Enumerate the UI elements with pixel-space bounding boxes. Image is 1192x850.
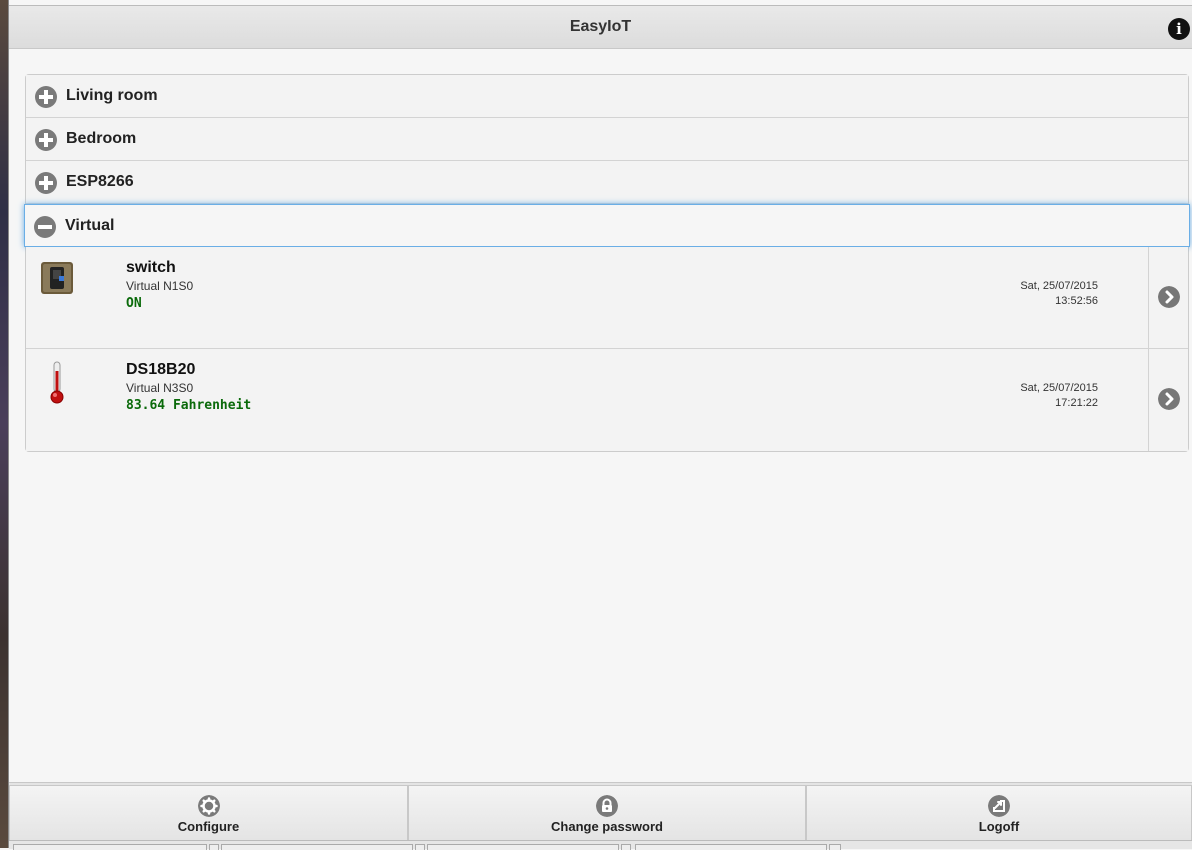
bottom-tab — [221, 844, 413, 850]
plus-icon — [35, 129, 57, 151]
thermometer-icon — [50, 361, 64, 404]
device-status: ON — [126, 296, 142, 311]
bottom-tab — [829, 844, 841, 850]
group-bedroom[interactable]: Bedroom — [26, 118, 1188, 161]
group-label: Living room — [66, 87, 158, 104]
group-label: Bedroom — [66, 130, 137, 147]
logoff-button[interactable]: Logoff — [806, 785, 1192, 841]
chevron-right-icon — [1158, 388, 1180, 410]
device-time: 13:52:56 — [1055, 295, 1098, 307]
change-password-label: Change password — [551, 819, 663, 834]
lock-icon — [596, 795, 618, 817]
device-node: Virtual N1S0 — [126, 279, 194, 293]
device-name: DS18B20 — [126, 361, 196, 378]
device-date: Sat, 25/07/2015 — [1020, 280, 1098, 292]
bottom-tab — [415, 844, 425, 850]
group-living-room[interactable]: Living room — [26, 75, 1188, 118]
bottom-tab — [635, 844, 827, 850]
device-date: Sat, 25/07/2015 — [1020, 382, 1098, 394]
switch-icon — [41, 262, 73, 294]
group-label: ESP8266 — [66, 173, 134, 190]
device-detail-button[interactable] — [1148, 349, 1188, 451]
page-header: EasyIoT i — [9, 5, 1192, 49]
logoff-icon — [988, 795, 1010, 817]
group-label: Virtual — [65, 217, 115, 234]
configure-button[interactable]: Configure — [9, 785, 408, 841]
device-row-ds18b20[interactable]: DS18B20 Virtual N3S0 83.64 Fahrenheit Sa… — [26, 349, 1188, 451]
background-window-edge — [0, 0, 9, 848]
device-node: Virtual N3S0 — [126, 381, 194, 395]
device-detail-button[interactable] — [1148, 247, 1188, 348]
footer-navbar: Configure Change password Logoff — [9, 782, 1192, 841]
configure-label: Configure — [177, 819, 240, 834]
plus-icon — [35, 172, 57, 194]
page-title: EasyIoT — [569, 18, 632, 35]
plus-icon — [35, 86, 57, 108]
device-name: switch — [126, 259, 176, 276]
bottom-tab — [427, 844, 619, 850]
change-password-button[interactable]: Change password — [408, 785, 806, 841]
group-esp8266[interactable]: ESP8266 — [26, 161, 1188, 204]
minus-icon — [34, 216, 56, 238]
bottom-tab — [13, 844, 207, 850]
bottom-tab — [621, 844, 631, 850]
device-time: 17:21:22 — [1055, 397, 1098, 409]
chevron-right-icon — [1158, 286, 1180, 308]
device-row-switch[interactable]: switch Virtual N1S0 ON Sat, 25/07/2015 1… — [26, 247, 1188, 349]
bottom-tab — [209, 844, 219, 850]
group-accordion: Living room Bedroom ESP8266 Virtual swit… — [24, 74, 1190, 452]
logoff-label: Logoff — [978, 819, 1020, 834]
easyiot-app: EasyIoT i Living room Bedroom ESP8266 Vi… — [9, 0, 1192, 850]
info-icon[interactable]: i — [1168, 18, 1190, 40]
device-status: 83.64 Fahrenheit — [126, 398, 252, 413]
gear-icon — [197, 795, 220, 817]
group-virtual[interactable]: Virtual — [24, 204, 1190, 247]
